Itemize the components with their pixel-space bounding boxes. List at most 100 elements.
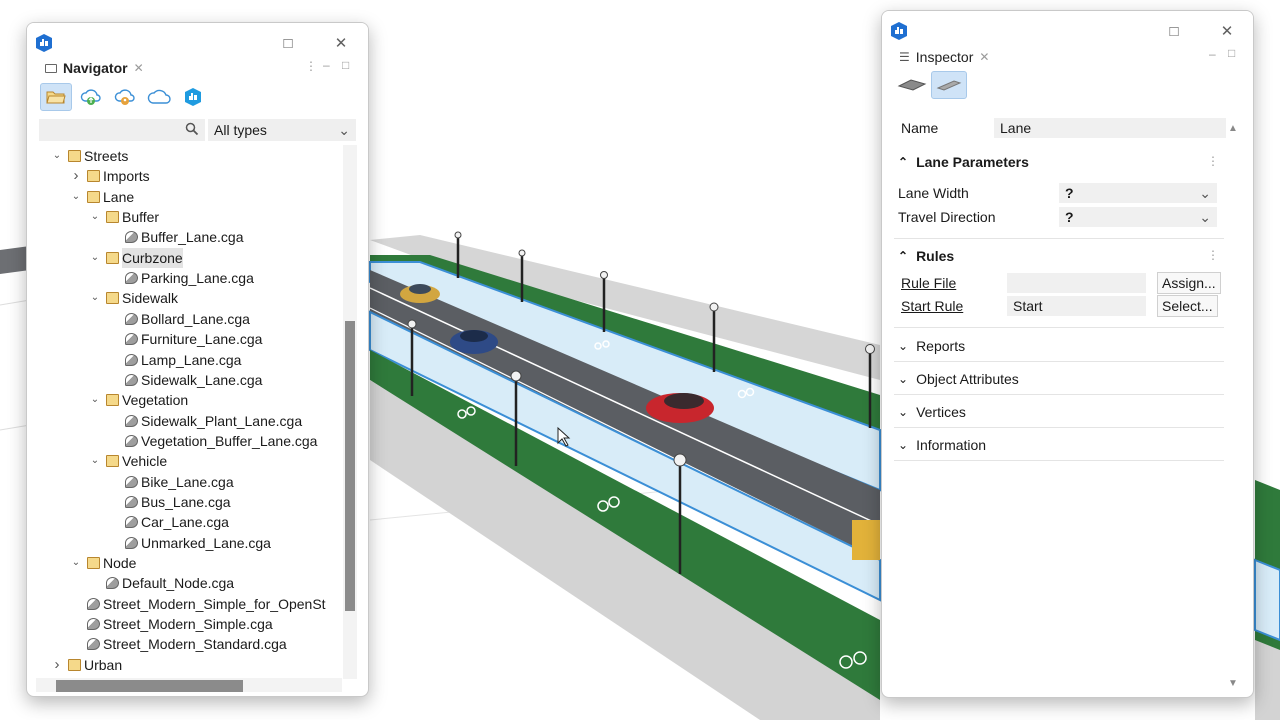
view-menu-icon[interactable]: ⋮ — [305, 59, 317, 73]
maximize-view-icon[interactable]: □ — [1228, 46, 1235, 60]
reports-section[interactable]: ⌄ Reports — [898, 334, 965, 358]
tree-file[interactable]: Unmarked_Lane.cga — [125, 533, 271, 553]
close-window-button[interactable]: ✕ — [1216, 21, 1238, 43]
chevron-down-icon: ⌄ — [1199, 209, 1211, 225]
scroll-up-arrow[interactable]: ▲ — [1228, 123, 1238, 134]
folder-icon — [106, 292, 119, 305]
chevron-right-icon[interactable]: › — [50, 655, 64, 675]
start-rule-link[interactable]: Start Rule — [901, 298, 963, 314]
tree-folder[interactable]: ⌄ Buffer — [88, 207, 159, 227]
search-input[interactable] — [39, 119, 205, 141]
vertices-title: Vertices — [916, 404, 966, 420]
rule-file-field[interactable] — [1007, 273, 1146, 293]
section-menu-icon[interactable]: ⋮ — [1207, 154, 1219, 168]
tree-file[interactable]: Street_Modern_Simple_for_OpenSt — [87, 594, 326, 614]
tree-file[interactable]: Bollard_Lane.cga — [125, 309, 250, 329]
lane-layer-button[interactable] — [931, 71, 967, 99]
tree-file[interactable]: Bike_Lane.cga — [125, 472, 234, 492]
type-filter-select[interactable]: All types ⌄ — [208, 119, 356, 141]
tree-item-label: Node — [103, 555, 137, 571]
select-button[interactable]: Select... — [1157, 295, 1218, 317]
cityengine-app-icon — [891, 22, 907, 40]
cityengine-portal-button[interactable] — [177, 83, 209, 111]
maximize-button[interactable]: □ — [277, 33, 299, 55]
section-menu-icon[interactable]: ⋮ — [1207, 248, 1219, 262]
information-section[interactable]: ⌄ Information — [898, 433, 986, 457]
tree-file[interactable]: Buffer_Lane.cga — [125, 227, 244, 247]
chevron-down-icon[interactable]: ⌄ — [88, 451, 102, 471]
cloud-share-button[interactable] — [109, 83, 141, 111]
tree-file[interactable]: Sidewalk_Lane.cga — [125, 370, 262, 390]
chevron-right-icon[interactable]: › — [69, 166, 83, 186]
chevron-down-icon: ⌄ — [338, 122, 350, 138]
tree-file[interactable]: Sidewalk_Plant_Lane.cga — [125, 411, 302, 431]
cga-file-icon — [87, 638, 100, 651]
tree-file[interactable]: Lamp_Lane.cga — [125, 350, 241, 370]
chevron-down-icon[interactable]: ⌄ — [88, 207, 102, 227]
assign-button[interactable]: Assign... — [1157, 272, 1221, 294]
cloud-button[interactable] — [143, 83, 175, 111]
folder-icon — [87, 557, 100, 569]
tree-folder[interactable]: ⌄ Vegetation — [88, 390, 188, 410]
travel-direction-select[interactable]: ? ⌄ — [1059, 207, 1217, 227]
object-attributes-title: Object Attributes — [916, 371, 1019, 387]
open-folder-button[interactable] — [40, 83, 72, 111]
tree-folder[interactable]: ⌄ Lane — [69, 187, 134, 207]
cga-file-icon — [125, 516, 138, 529]
chevron-down-icon[interactable]: ⌄ — [50, 146, 64, 166]
vertices-section[interactable]: ⌄ Vertices — [898, 400, 966, 424]
close-tab-icon[interactable]: ✕ — [134, 61, 144, 75]
tree-file[interactable]: Car_Lane.cga — [125, 512, 229, 532]
navigator-tab-label: Navigator — [63, 60, 128, 76]
tree-item-label: Street_Modern_Standard.cga — [103, 636, 287, 653]
tree-file[interactable]: Parking_Lane.cga — [125, 268, 254, 288]
tree-file[interactable]: Furniture_Lane.cga — [125, 329, 262, 349]
tree-item-label: Street_Modern_Simple.cga — [103, 616, 273, 633]
tree-file[interactable]: Bus_Lane.cga — [125, 492, 231, 512]
chevron-down-icon[interactable]: ⌄ — [69, 553, 83, 573]
maximize-button[interactable]: □ — [1163, 21, 1185, 43]
rule-file-link[interactable]: Rule File — [901, 275, 956, 291]
tree-folder[interactable]: ⌄ Curbzone — [88, 247, 183, 268]
tree-folder[interactable]: ⌄ Node — [69, 553, 137, 573]
cloud-upload-button[interactable] — [75, 83, 107, 111]
tree-folder[interactable]: ⌄ Sidewalk — [88, 288, 178, 308]
object-attributes-section[interactable]: ⌄ Object Attributes — [898, 367, 1019, 391]
file-tree[interactable]: ⌄ Streets › Imports ⌄ Lane ⌄ Buffer Buffer_Lane.… — [36, 145, 342, 679]
chevron-down-icon[interactable]: ⌄ — [88, 390, 102, 410]
minimize-view-icon[interactable]: – — [1209, 47, 1216, 61]
close-tab-icon[interactable]: ✕ — [979, 50, 989, 64]
tree-file[interactable]: Street_Modern_Simple.cga — [87, 614, 273, 634]
cga-file-icon — [125, 475, 138, 488]
tree-folder[interactable]: ⌄ Vehicle — [88, 451, 167, 471]
tree-file[interactable]: Street_Modern_Standard.cga — [87, 634, 287, 654]
name-field[interactable]: Lane — [994, 118, 1226, 138]
tree-folder[interactable]: › Urban — [50, 655, 123, 675]
chevron-down-icon[interactable]: ⌄ — [88, 288, 102, 308]
lane-width-select[interactable]: ? ⌄ — [1059, 183, 1217, 203]
tree-file[interactable]: Default_Node.cga — [106, 573, 234, 593]
folder-icon — [106, 394, 119, 407]
tree-folder[interactable]: ⌄ Streets — [50, 146, 129, 166]
inspector-tab-label: Inspector — [915, 49, 974, 65]
inspector-vertical-scrollbar[interactable]: ▲ ▼ — [1225, 121, 1239, 693]
tab-inspector[interactable]: ☰ Inspector ✕ — [891, 43, 998, 71]
tab-navigator[interactable]: Navigator ✕ — [37, 54, 152, 82]
street-shape-icon — [897, 79, 927, 91]
maximize-view-icon[interactable]: □ — [342, 58, 349, 72]
tree-folder[interactable]: › Imports — [69, 166, 150, 186]
minimize-view-icon[interactable]: – — [323, 58, 330, 72]
folder-icon — [68, 658, 81, 671]
start-rule-field[interactable]: Start — [1007, 296, 1146, 316]
lane-parameters-header[interactable]: ⌃ Lane Parameters — [898, 150, 1029, 174]
chevron-down-icon[interactable]: ⌄ — [88, 248, 102, 268]
tree-file[interactable]: Vegetation_Buffer_Lane.cga — [125, 431, 317, 451]
horizontal-scroll-thumb[interactable] — [56, 680, 243, 692]
close-window-button[interactable]: ✕ — [330, 33, 352, 55]
vertical-scroll-thumb[interactable] — [345, 321, 355, 611]
street-layer-button[interactable] — [894, 71, 930, 99]
rules-header[interactable]: ⌃ Rules — [898, 244, 954, 268]
folder-icon — [87, 170, 100, 183]
chevron-down-icon[interactable]: ⌄ — [69, 187, 83, 207]
scroll-down-arrow[interactable]: ▼ — [1228, 678, 1238, 689]
